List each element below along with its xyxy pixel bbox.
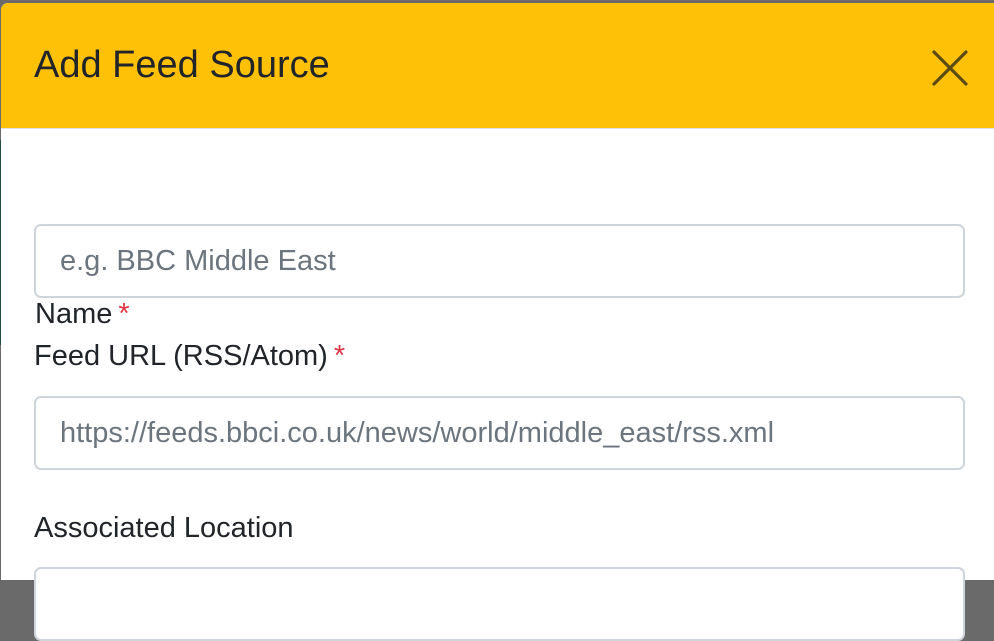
associated-location-select[interactable] xyxy=(34,567,965,641)
feed-url-label: Feed URL (RSS/Atom) * xyxy=(34,342,345,371)
name-label: Name * xyxy=(35,300,130,329)
associated-location-label: Associated Location xyxy=(34,514,294,543)
feed-url-input[interactable] xyxy=(34,396,965,470)
close-icon xyxy=(932,50,968,86)
close-button[interactable] xyxy=(930,48,970,88)
modal-title: Add Feed Source xyxy=(34,44,330,86)
feed-url-required-mark: * xyxy=(333,340,346,372)
modal-header: Add Feed Source xyxy=(1,3,994,129)
name-input[interactable] xyxy=(34,224,965,298)
name-required-mark: * xyxy=(118,298,130,330)
feed-url-label-text: Feed URL (RSS/Atom) xyxy=(34,340,328,372)
associated-location-label-text: Associated Location xyxy=(34,512,294,544)
name-label-text: Name xyxy=(35,298,113,330)
